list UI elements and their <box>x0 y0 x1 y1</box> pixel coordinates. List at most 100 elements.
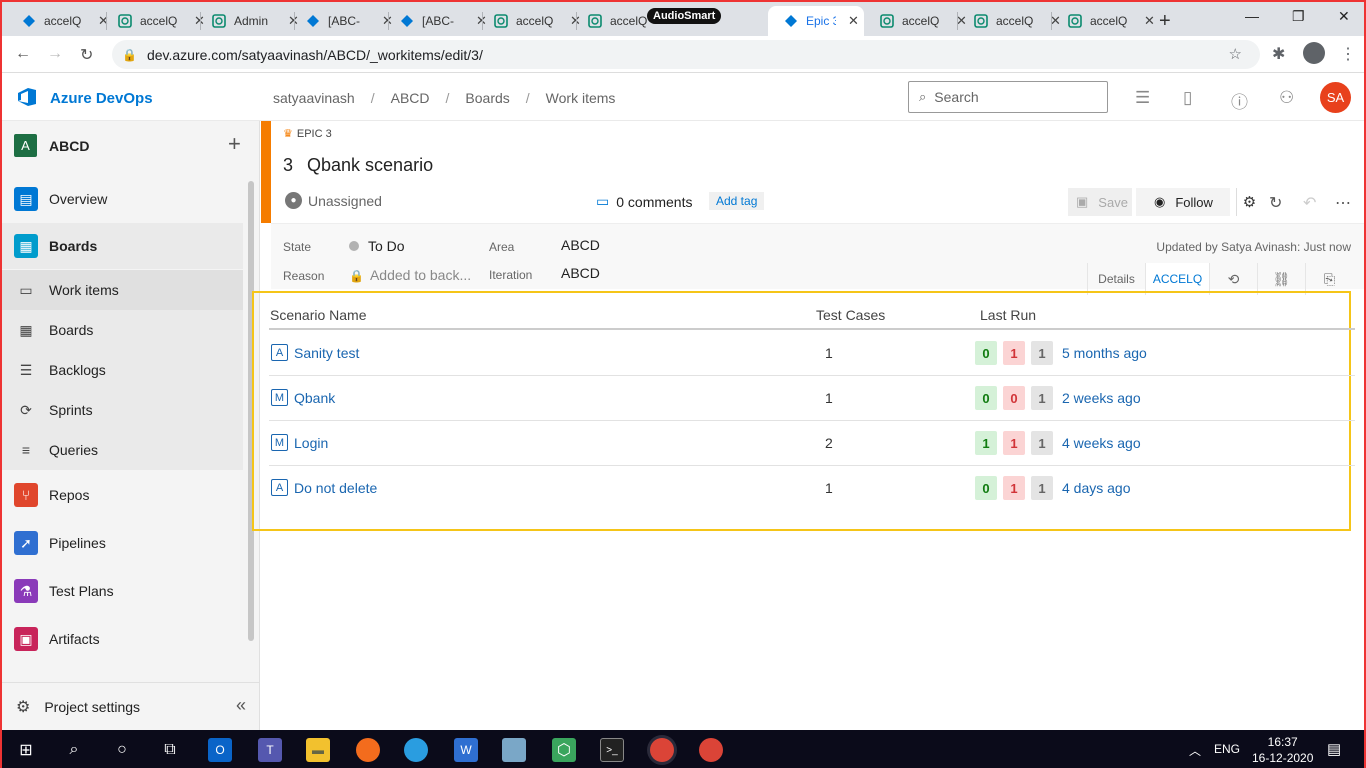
back-icon[interactable]: ← <box>15 45 31 63</box>
breadcrumb-boards[interactable]: Boards <box>465 90 509 106</box>
teams-icon[interactable]: T <box>258 738 282 762</box>
windows-start-icon[interactable]: ⊞ <box>14 738 38 762</box>
test-case-count: 2 <box>825 435 833 451</box>
browser-tab[interactable]: [ABC-✕ <box>290 6 393 36</box>
star-icon[interactable]: ☆ <box>1229 45 1242 63</box>
restore-icon[interactable]: ❐ <box>1292 8 1305 25</box>
state-field[interactable]: To Do <box>349 238 405 254</box>
comments-link[interactable]: ▭ 0 comments <box>596 193 692 210</box>
sidebar-item-boards[interactable]: ▦ Boards <box>2 310 243 350</box>
profile-icon[interactable] <box>1303 42 1325 64</box>
scenario-link[interactable]: M Login <box>271 434 328 451</box>
reload-icon[interactable]: ↻ <box>80 45 93 65</box>
sidebar-item-boards-hub[interactable]: ▦ Boards <box>2 223 243 269</box>
firefox-icon[interactable] <box>356 738 380 762</box>
tray-chevron-icon[interactable]: ︿ <box>1189 742 1201 759</box>
search-input[interactable]: ⌕ Search <box>908 81 1108 113</box>
save-button[interactable]: ▣ Save <box>1068 188 1132 216</box>
browser-tab[interactable]: accelQ✕ <box>1052 6 1155 36</box>
package-app-icon[interactable]: ⬡ <box>552 738 576 762</box>
chrome-icon[interactable] <box>650 738 674 762</box>
follow-button[interactable]: ◉ Follow <box>1136 188 1230 216</box>
notifications-icon[interactable]: ▤ <box>1327 740 1341 758</box>
chrome-icon[interactable] <box>699 738 723 762</box>
browser-tab[interactable]: accelQ✕ <box>864 6 967 36</box>
epic-color-bar <box>261 121 271 223</box>
collapse-icon[interactable]: « <box>236 695 246 716</box>
scenario-link[interactable]: A Sanity test <box>271 344 359 361</box>
sidebar-item-test-plans[interactable]: ⚗ Test Plans <box>2 571 243 611</box>
sidebar-item-sprints[interactable]: ⟳ Sprints <box>2 390 243 430</box>
azure-devops-logo-icon[interactable] <box>16 87 38 107</box>
test-plans-icon: ⚗ <box>14 579 38 603</box>
url-field[interactable]: 🔒 dev.azure.com/satyaavinash/ABCD/_worki… <box>112 40 1260 69</box>
close-icon[interactable]: ✕ <box>848 13 859 29</box>
minimize-icon[interactable]: — <box>1245 8 1259 24</box>
sidebar-item-queries[interactable]: ≡ Queries <box>2 430 243 470</box>
browser-tab[interactable]: accelQ✕ <box>102 6 205 36</box>
sidebar-item-pipelines[interactable]: ➚ Pipelines <box>2 523 243 563</box>
comment-icon: ▭ <box>596 193 610 209</box>
last-run-link[interactable]: 2 weeks ago <box>1062 390 1141 406</box>
list-icon[interactable]: ☰ <box>1135 88 1150 108</box>
last-run-link[interactable]: 4 days ago <box>1062 480 1131 496</box>
sidebar-item-work-items[interactable]: ▭ Work items <box>2 270 243 310</box>
browser-tab[interactable]: [ABC-✕ <box>384 6 487 36</box>
project-settings[interactable]: ⚙ Project settings « <box>2 682 260 730</box>
cortana-icon[interactable]: ○ <box>110 738 134 762</box>
breadcrumb-project[interactable]: ABCD <box>391 90 430 106</box>
undo-icon[interactable]: ↶ <box>1303 193 1316 213</box>
close-icon[interactable]: ✕ <box>1144 13 1155 29</box>
avatar[interactable]: SA <box>1320 82 1351 113</box>
sidebar-item-repos[interactable]: ⑂ Repos <box>2 475 243 515</box>
settings-gear-icon[interactable]: ⚙ <box>1236 188 1262 216</box>
browser-tab[interactable]: accelQ✕ <box>6 6 109 36</box>
area-field[interactable]: ABCD <box>561 237 600 253</box>
wps-icon[interactable]: W <box>454 738 478 762</box>
search-icon[interactable]: ⌕ <box>62 738 86 762</box>
browser-tab[interactable]: accelQ✕ <box>958 6 1061 36</box>
edge-icon[interactable] <box>404 738 428 762</box>
iteration-field[interactable]: ABCD <box>561 265 600 281</box>
last-run-link[interactable]: 4 weeks ago <box>1062 435 1141 451</box>
project-name[interactable]: ABCD <box>49 138 89 154</box>
new-tab-button[interactable]: + <box>1159 10 1171 33</box>
user-settings-icon[interactable]: ⚇ <box>1279 88 1294 108</box>
reason-field[interactable]: 🔒 Added to back... <box>349 267 471 283</box>
browser-tab-active[interactable]: Epic 3✕ <box>768 6 864 36</box>
clock[interactable]: 16:37 16-12-2020 <box>1252 734 1313 766</box>
audio-badge: AudioSmart <box>647 8 722 24</box>
terminal-icon[interactable]: >_ <box>600 738 624 762</box>
marketplace-bag-icon[interactable]: ▯ <box>1183 88 1192 108</box>
sidebar-item-overview[interactable]: ▤ Overview <box>2 179 243 219</box>
scenario-link[interactable]: A Do not delete <box>271 479 377 496</box>
refresh-icon[interactable]: ↻ <box>1269 193 1282 213</box>
sidebar-item-backlogs[interactable]: ☰ Backlogs <box>2 350 243 390</box>
pass-count-badge: 0 <box>975 476 997 500</box>
work-item-title[interactable]: 3 Qbank scenario <box>283 155 433 176</box>
product-name[interactable]: Azure DevOps <box>50 90 153 107</box>
breadcrumb-workitems[interactable]: Work items <box>546 90 616 106</box>
breadcrumb-org[interactable]: satyaavinash <box>273 90 355 106</box>
help-icon[interactable]: ⓘ <box>1231 88 1248 113</box>
language-indicator[interactable]: ENG <box>1214 742 1240 756</box>
close-window-icon[interactable]: ✕ <box>1338 8 1350 25</box>
extensions-icon[interactable]: ✱ <box>1272 44 1285 64</box>
browser-tab[interactable]: Admin✕ <box>196 6 299 36</box>
outlook-icon[interactable]: O <box>208 738 232 762</box>
sidebar-item-artifacts[interactable]: ▣ Artifacts <box>2 619 243 659</box>
menu-icon[interactable]: ⋮ <box>1340 44 1356 64</box>
file-explorer-icon[interactable]: ▬ <box>306 738 330 762</box>
azure-icon <box>307 15 319 27</box>
add-tag-button[interactable]: Add tag <box>709 192 765 210</box>
scenario-link[interactable]: M Qbank <box>271 389 335 406</box>
more-actions-icon[interactable]: ⋯ <box>1335 193 1351 213</box>
project-icon[interactable]: A <box>14 134 37 157</box>
notes-app-icon[interactable] <box>502 738 526 762</box>
last-run-link[interactable]: 5 months ago <box>1062 345 1147 361</box>
forward-icon[interactable]: → <box>47 45 63 63</box>
add-icon[interactable]: + <box>228 131 241 157</box>
assignee-picker[interactable]: ● Unassigned <box>285 192 382 209</box>
task-view-icon[interactable]: ⧉ <box>158 738 182 762</box>
browser-tab[interactable]: accelQ✕ <box>478 6 581 36</box>
